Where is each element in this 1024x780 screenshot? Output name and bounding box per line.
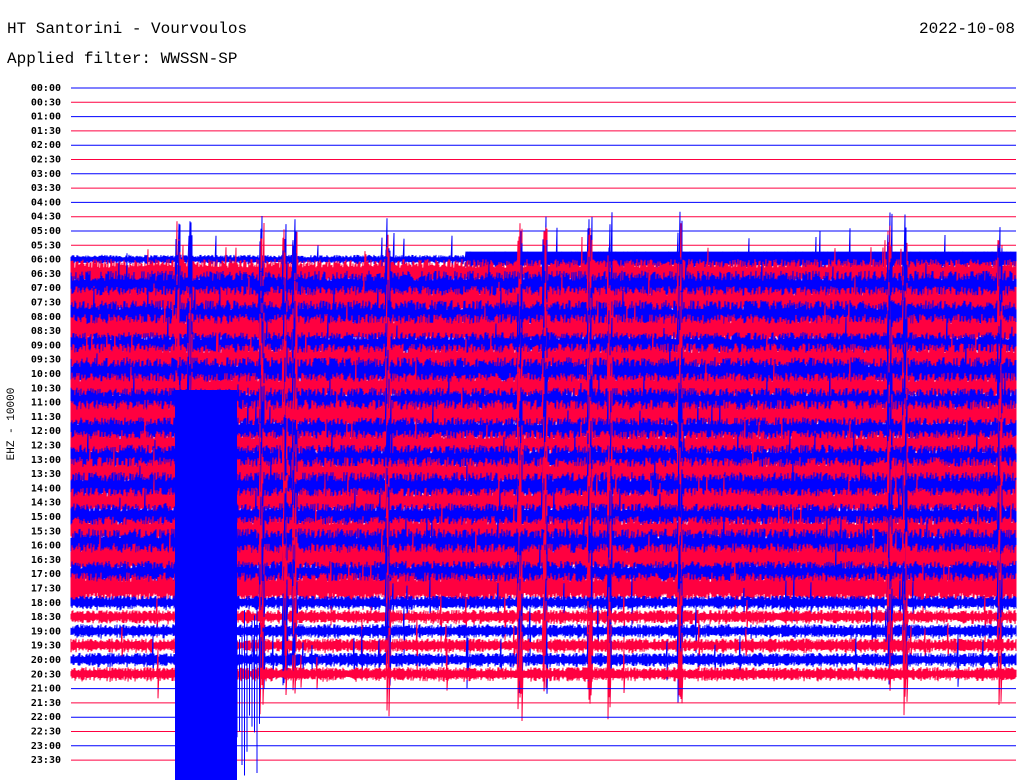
time-tick-label: 01:00 [31, 112, 61, 123]
time-tick-label: 02:30 [31, 155, 61, 166]
time-tick-label: 10:30 [31, 383, 61, 394]
time-tick-label: 19:30 [31, 641, 61, 652]
time-tick-label: 23:00 [31, 741, 61, 752]
time-tick-label: 08:00 [31, 312, 61, 323]
time-tick-label: 04:00 [31, 197, 61, 208]
time-tick-label: 20:00 [31, 655, 61, 666]
time-tick-label: 18:30 [31, 612, 61, 623]
time-tick-label: 09:30 [31, 355, 61, 366]
time-tick-label: 23:30 [31, 755, 61, 766]
time-tick-label: 08:30 [31, 326, 61, 337]
time-tick-label: 14:30 [31, 498, 61, 509]
time-tick-label: 21:00 [31, 684, 61, 695]
time-tick-label: 00:00 [31, 83, 61, 94]
time-tick-label: 04:30 [31, 212, 61, 223]
time-tick-label: 16:30 [31, 555, 61, 566]
time-tick-label: 19:00 [31, 626, 61, 637]
time-tick-label: 17:30 [31, 584, 61, 595]
time-tick-label: 05:00 [31, 226, 61, 237]
time-tick-label: 20:30 [31, 669, 61, 680]
time-tick-label: 15:00 [31, 512, 61, 523]
time-tick-label: 22:30 [31, 727, 61, 738]
helicorder: HT Santorini - Vourvoulos 2022-10-08 App… [0, 0, 1024, 780]
time-tick-label: 11:00 [31, 398, 61, 409]
seismogram-plot: 00:00 00:30 01:00 01:30 02:00 02:30 03:00 03:30… [31, 83, 1017, 780]
time-tick-label: 06:30 [31, 269, 61, 280]
time-tick-label: 17:00 [31, 569, 61, 580]
time-tick-label: 13:30 [31, 469, 61, 480]
time-tick-label: 07:30 [31, 298, 61, 309]
time-tick-label: 16:00 [31, 541, 61, 552]
time-tick-label: 11:30 [31, 412, 61, 423]
time-tick-label: 18:00 [31, 598, 61, 609]
time-tick-label: 00:30 [31, 97, 61, 108]
time-tick-label: 06:00 [31, 255, 61, 266]
time-tick-label: 12:30 [31, 441, 61, 452]
time-tick-label: 14:00 [31, 483, 61, 494]
time-tick-label: 15:30 [31, 526, 61, 537]
time-tick-label: 21:30 [31, 698, 61, 709]
time-tick-label: 05:30 [31, 240, 61, 251]
earthquake-trace [175, 390, 237, 780]
time-tick-label: 01:30 [31, 126, 61, 137]
time-tick-label: 13:00 [31, 455, 61, 466]
time-tick-label: 10:00 [31, 369, 61, 380]
time-tick-label: 12:00 [31, 426, 61, 437]
time-tick-label: 22:00 [31, 712, 61, 723]
time-tick-label: 03:00 [31, 169, 61, 180]
time-tick-label: 02:00 [31, 140, 61, 151]
time-tick-label: 03:30 [31, 183, 61, 194]
time-tick-label: 07:00 [31, 283, 61, 294]
time-tick-label: 09:00 [31, 340, 61, 351]
